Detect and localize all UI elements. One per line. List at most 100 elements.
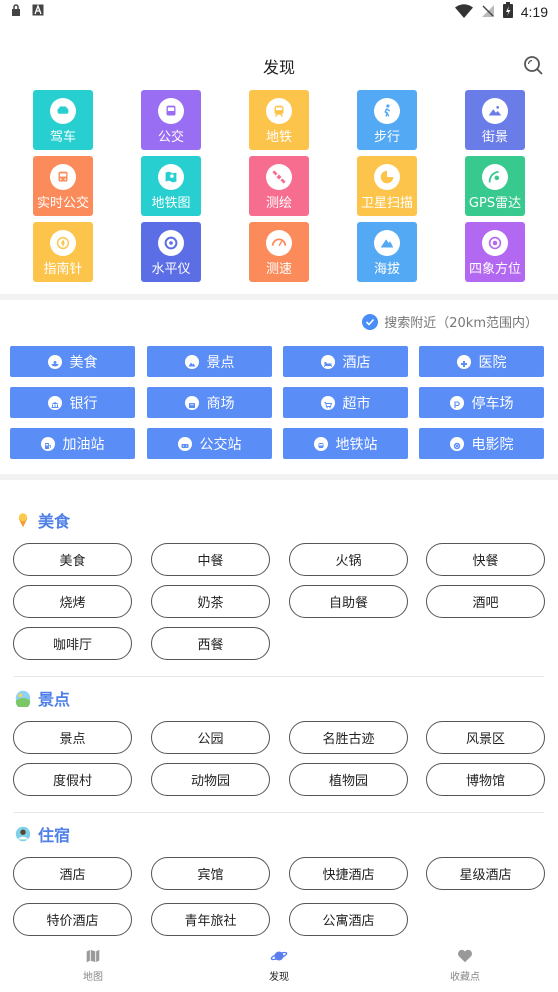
- category-chip[interactable]: 度假村: [13, 763, 132, 796]
- nav-planet[interactable]: 发现: [186, 938, 372, 992]
- nearby-bus-stop-button[interactable]: 公交站: [147, 428, 272, 459]
- category-chip[interactable]: 自助餐: [289, 585, 408, 618]
- category-chip[interactable]: 公寓酒店: [289, 903, 408, 936]
- nearby-parking-button[interactable]: 停车场: [419, 387, 544, 418]
- compass-icon: [50, 230, 76, 256]
- nearby-gas-station-button[interactable]: 加油站: [10, 428, 135, 459]
- nav-map[interactable]: 地图: [0, 938, 186, 992]
- tool-realtime-bus[interactable]: 实时公交: [33, 156, 93, 216]
- tool-label: 公交: [157, 130, 184, 145]
- page-title: 发现: [262, 58, 295, 77]
- category-chip[interactable]: 名胜古迹: [289, 721, 408, 754]
- nav-label: 收藏点: [450, 972, 480, 983]
- tool-label: 海拔: [373, 262, 400, 277]
- nearby-category-label: 美食: [69, 354, 98, 371]
- section-divider: [14, 812, 544, 813]
- search-button[interactable]: [522, 54, 544, 76]
- clock-time: 4:19: [520, 4, 548, 20]
- nav-heart[interactable]: 收藏点: [372, 938, 558, 992]
- category-chip[interactable]: 宾馆: [151, 857, 270, 890]
- tool-compass[interactable]: 指南针: [33, 222, 93, 282]
- tool-subway[interactable]: 地铁: [249, 90, 309, 150]
- tool-mountain[interactable]: 海拔: [357, 222, 417, 282]
- wifi-icon: [454, 3, 473, 22]
- nav-label: 地图: [83, 972, 103, 983]
- category-chip[interactable]: 西餐: [151, 627, 270, 660]
- nearby-category-label: 地铁站: [335, 436, 378, 453]
- tool-bus[interactable]: 公交: [141, 90, 201, 150]
- tool-label: 卫星扫描: [360, 196, 413, 211]
- tool-level[interactable]: 水平仪: [141, 222, 201, 282]
- tool-speedometer[interactable]: 测速: [249, 222, 309, 282]
- nearby-cinema-button[interactable]: 电影院: [419, 428, 544, 459]
- tool-satellite[interactable]: 测绘: [249, 156, 309, 216]
- nearby-cart-button[interactable]: 超市: [283, 387, 408, 418]
- category-chip[interactable]: 博物馆: [426, 763, 545, 796]
- category-chip[interactable]: 酒吧: [426, 585, 545, 618]
- category-chip[interactable]: 美食: [13, 543, 132, 576]
- nearby-hint[interactable]: 搜索附近（20km范围内）: [362, 312, 538, 331]
- section-title-text: 住宿: [38, 826, 71, 845]
- nearby-hotel-button[interactable]: 酒店: [283, 346, 408, 377]
- tool-gps-radar[interactable]: GPS雷达: [465, 156, 525, 216]
- category-chip[interactable]: 特价酒店: [13, 903, 132, 936]
- map-icon: [84, 947, 102, 965]
- landscape-icon: [14, 689, 32, 709]
- category-chip[interactable]: 奶茶: [151, 585, 270, 618]
- tool-label: 驾车: [49, 130, 76, 145]
- nearby-category-label: 医院: [478, 354, 507, 371]
- walk-icon: [374, 98, 400, 124]
- nearby-scenic-button[interactable]: 景点: [147, 346, 272, 377]
- section-divider: [14, 676, 544, 677]
- category-chip[interactable]: 风景区: [426, 721, 545, 754]
- nearby-category-label: 停车场: [471, 395, 514, 412]
- category-chip[interactable]: 快捷酒店: [289, 857, 408, 890]
- category-chip[interactable]: 烧烤: [13, 585, 132, 618]
- bank-icon: [47, 395, 62, 410]
- tool-radar-scan[interactable]: 卫星扫描: [357, 156, 417, 216]
- category-chip[interactable]: 动物园: [151, 763, 270, 796]
- car-icon: [50, 98, 76, 124]
- lock-icon: [10, 4, 22, 16]
- nearby-food-button[interactable]: 美食: [10, 346, 135, 377]
- hospital-icon: [456, 354, 471, 369]
- title-bar: 发现: [0, 44, 558, 84]
- category-chip[interactable]: 咖啡厅: [13, 627, 132, 660]
- level-icon: [158, 230, 184, 256]
- category-chip[interactable]: 星级酒店: [426, 857, 545, 890]
- parking-icon: [449, 395, 464, 410]
- ice-cream-icon: [14, 511, 32, 529]
- nearby-bank-button[interactable]: 银行: [10, 387, 135, 418]
- planet-icon: [270, 947, 288, 965]
- nearby-metro-station-button[interactable]: 地铁站: [283, 428, 408, 459]
- tool-label: 水平仪: [151, 262, 191, 277]
- category-chip[interactable]: 景点: [13, 721, 132, 754]
- gas-station-icon: [40, 436, 55, 451]
- tool-metro-map[interactable]: 地铁图: [141, 156, 201, 216]
- heart-icon: [456, 947, 474, 965]
- satellite-icon: [266, 164, 292, 190]
- tool-label: 步行: [373, 130, 400, 145]
- nearby-hospital-button[interactable]: 医院: [419, 346, 544, 377]
- nearby-mall-button[interactable]: 商场: [147, 387, 272, 418]
- tool-label: 测速: [265, 262, 292, 277]
- category-chip[interactable]: 青年旅社: [151, 903, 270, 936]
- tool-label: 街景: [481, 130, 508, 145]
- category-chip[interactable]: 植物园: [289, 763, 408, 796]
- bus-icon: [158, 98, 184, 124]
- tool-direction[interactable]: 四象方位: [465, 222, 525, 282]
- nearby-category-label: 景点: [206, 354, 235, 371]
- cart-icon: [320, 395, 335, 410]
- category-chip[interactable]: 快餐: [426, 543, 545, 576]
- tool-walk[interactable]: 步行: [357, 90, 417, 150]
- tool-label: GPS雷达: [468, 196, 522, 211]
- tool-street-view[interactable]: 街景: [465, 90, 525, 150]
- cinema-icon: [449, 436, 464, 451]
- category-chip[interactable]: 公园: [151, 721, 270, 754]
- tool-car[interactable]: 驾车: [33, 90, 93, 150]
- section-title-text: 美食: [38, 512, 71, 531]
- tool-label: 地铁图: [151, 196, 191, 211]
- category-chip[interactable]: 酒店: [13, 857, 132, 890]
- category-chip[interactable]: 火锅: [289, 543, 408, 576]
- category-chip[interactable]: 中餐: [151, 543, 270, 576]
